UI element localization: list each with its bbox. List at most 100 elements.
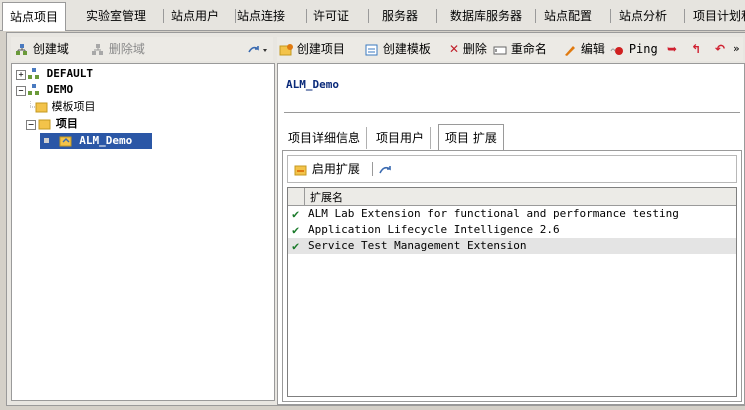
table-row[interactable]: ✔ ALM Lab Extension for functional and p… xyxy=(288,206,736,222)
domain-icon xyxy=(28,68,39,79)
edit-label: 编辑 xyxy=(580,42,605,56)
delete-button[interactable]: ✕ 删除 xyxy=(449,37,487,61)
tab-licenses[interactable]: 许可证 xyxy=(306,4,356,28)
create-template-icon xyxy=(365,44,378,55)
rename-button[interactable]: 重命名 xyxy=(493,37,547,61)
create-project-label: 创建项目 xyxy=(296,42,345,56)
toolbar-overflow-button[interactable]: » xyxy=(733,37,740,61)
tree-node-default[interactable]: + DEFAULT xyxy=(16,66,93,82)
top-tab-bar: 站点项目 实验室管理 站点用户 站点连接 许可证 服务器 数据库服务器 站点配置… xyxy=(0,0,745,31)
tree-label-demo: DEMO xyxy=(46,83,74,96)
tab-separator xyxy=(436,9,437,23)
delete-domain-icon xyxy=(92,43,103,55)
project-title: ALM_Demo xyxy=(286,78,339,91)
ping-label: Ping xyxy=(628,42,658,56)
create-project-icon xyxy=(279,43,293,55)
tab-site-connections[interactable]: 站点连接 xyxy=(230,4,292,28)
column-header-extension-name[interactable]: 扩展名 xyxy=(310,189,343,205)
tree-label-default: DEFAULT xyxy=(46,67,93,80)
toolbar-separator xyxy=(372,162,373,176)
tab-separator xyxy=(535,9,536,23)
tab-site-analysis[interactable]: 站点分析 xyxy=(612,4,674,28)
rename-icon xyxy=(493,46,507,54)
ping-button[interactable]: Ping xyxy=(609,37,658,61)
tree-node-demo[interactable]: − DEMO xyxy=(16,82,73,98)
check-icon: ✔ xyxy=(292,239,300,253)
project-toolbar: 创建项目 创建模板 ✕ 删除 重命名 编辑 Ping ➥ ↰ ↶ » xyxy=(277,37,743,61)
rename-label: 重命名 xyxy=(510,42,547,56)
import-project-button[interactable]: ➥ xyxy=(667,37,677,61)
extension-name: Application Lifecycle Intelligence 2.6 xyxy=(308,223,560,236)
domain-project-tree: + DEFAULT − DEMO 模板项目 − 项目 ALM_Demo xyxy=(11,63,275,401)
create-template-button[interactable]: 创建模板 xyxy=(365,37,431,61)
tab-separator xyxy=(610,9,611,23)
tree-node-alm-demo[interactable]: ALM_Demo xyxy=(40,133,152,149)
extensions-table-header: 扩展名 xyxy=(288,188,736,206)
column-divider xyxy=(304,188,305,205)
ping-icon xyxy=(610,46,623,55)
collapse-icon[interactable]: − xyxy=(16,86,26,96)
refresh-icon xyxy=(248,45,267,52)
folder-icon xyxy=(30,101,48,113)
create-domain-label: 创建域 xyxy=(32,42,69,56)
title-divider xyxy=(284,112,740,113)
tab-db-servers[interactable]: 数据库服务器 xyxy=(443,4,529,28)
create-template-label: 创建模板 xyxy=(382,42,431,56)
delete-label: 删除 xyxy=(462,42,487,56)
tab-project-details[interactable]: 项目详细信息 xyxy=(282,127,368,149)
project-status-icon xyxy=(44,138,49,143)
tab-separator xyxy=(368,9,369,23)
refresh-icon xyxy=(379,165,391,173)
arrow-in-icon: ➥ xyxy=(667,42,678,56)
extension-name: ALM Lab Extension for functional and per… xyxy=(308,207,679,220)
project-details-pane: ALM_Demo 项目详细信息 项目用户 项目 扩展 启用扩展 扩展名 ✔ AL… xyxy=(277,63,745,405)
extension-name: Service Test Management Extension xyxy=(308,239,527,252)
refresh-dropdown-button[interactable] xyxy=(247,37,269,61)
tab-project-users[interactable]: 项目用户 xyxy=(370,127,432,149)
tree-label-template-projects: 模板项目 xyxy=(51,100,96,113)
extensions-toolbar: 启用扩展 xyxy=(287,155,737,183)
table-row[interactable]: ✔ Application Lifecycle Intelligence 2.6 xyxy=(288,222,736,238)
delete-icon: ✕ xyxy=(449,42,460,56)
delete-domain-button[interactable]: 删除域 xyxy=(91,37,145,61)
domain-icon xyxy=(28,84,39,95)
site-projects-panel: 创建域 删除域 + DEFAULT − DEMO 模板项目 − 项目 ALM_D… xyxy=(6,32,745,406)
pencil-icon xyxy=(565,45,575,56)
delete-domain-label: 删除域 xyxy=(108,42,145,56)
undo-icon: ↶ xyxy=(715,42,726,56)
check-icon: ✔ xyxy=(292,223,300,237)
create-domain-button[interactable]: 创建域 xyxy=(15,37,69,61)
undo-arrow-button[interactable]: ↰ xyxy=(691,37,701,61)
tab-servers[interactable]: 服务器 xyxy=(375,4,425,28)
expand-icon[interactable]: + xyxy=(16,70,26,80)
tab-site-config[interactable]: 站点配置 xyxy=(537,4,599,28)
restore-button[interactable]: ↶ xyxy=(715,37,725,61)
enable-extension-button[interactable]: 启用扩展 xyxy=(294,157,360,181)
tab-site-users[interactable]: 站点用户 xyxy=(164,4,226,28)
tree-label-projects: 项目 xyxy=(55,117,78,130)
table-row[interactable]: ✔ Service Test Management Extension xyxy=(288,238,736,254)
create-project-button[interactable]: 创建项目 xyxy=(279,37,345,61)
tree-node-projects[interactable]: − 项目 xyxy=(26,116,78,132)
enable-extension-icon xyxy=(294,165,307,175)
tab-project-planning[interactable]: 项目计划和跟踪 xyxy=(686,4,745,28)
enable-extension-label: 启用扩展 xyxy=(311,162,360,176)
tab-lab-management[interactable]: 实验室管理 xyxy=(79,4,153,28)
collapse-icon[interactable]: − xyxy=(26,120,36,130)
edit-button[interactable]: 编辑 xyxy=(563,37,605,61)
create-domain-icon xyxy=(16,43,27,55)
folder-icon xyxy=(38,119,51,130)
tab-separator xyxy=(684,9,685,23)
overflow-icon: » xyxy=(733,42,740,55)
tree-label-alm-demo: ALM_Demo xyxy=(79,134,133,147)
project-icon xyxy=(59,136,72,147)
refresh-extensions-button[interactable] xyxy=(378,157,392,181)
tab-project-extensions[interactable]: 项目 扩展 xyxy=(438,124,504,152)
tree-node-template-projects[interactable]: 模板项目 xyxy=(30,99,96,115)
tab-site-projects[interactable]: 站点项目 xyxy=(2,2,67,31)
extensions-table: 扩展名 ✔ ALM Lab Extension for functional a… xyxy=(287,187,737,397)
back-arrow-icon: ↰ xyxy=(691,42,702,56)
domain-toolbar: 创建域 删除域 xyxy=(11,37,273,61)
extensions-tab-body: 启用扩展 扩展名 ✔ ALM Lab Extension for functio… xyxy=(282,150,742,402)
check-icon: ✔ xyxy=(292,207,300,221)
